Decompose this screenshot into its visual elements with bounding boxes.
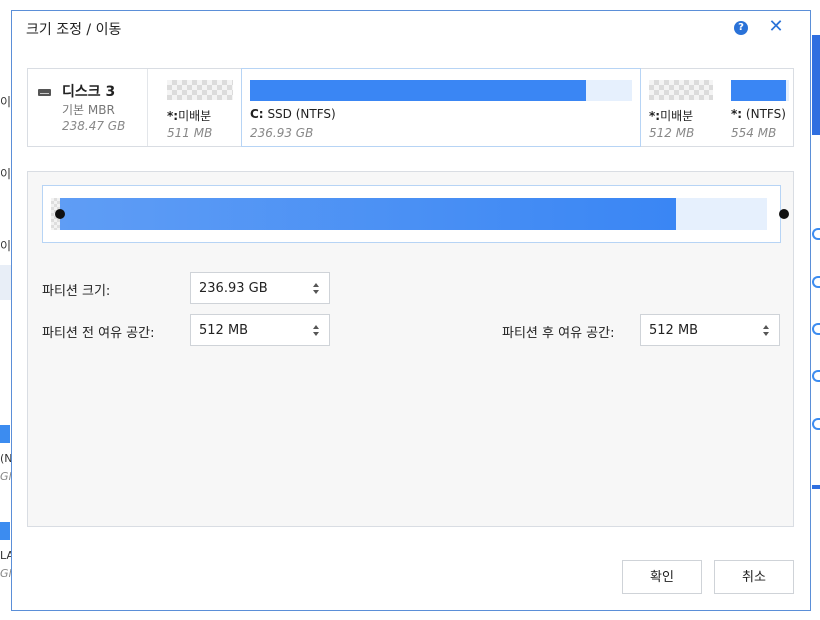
unallocated-pattern bbox=[167, 80, 233, 100]
partition-c-drive[interactable]: C: SSD (NTFS) 236.93 GB bbox=[241, 68, 641, 147]
cancel-button[interactable]: 취소 bbox=[714, 560, 794, 594]
background-app-right bbox=[812, 0, 820, 620]
free-before-value: 512 MB bbox=[199, 323, 249, 338]
disk-map: 디스크 3 기본 MBR 238.47 GB *:미배분 511 MB C: S… bbox=[27, 68, 794, 147]
bg-text: 이 bbox=[0, 167, 12, 181]
resize-panel: 파티션 크기: 236.93 GB 파티션 전 여유 공간: 512 MB 파티… bbox=[27, 171, 794, 527]
partition-letter: C: bbox=[250, 107, 264, 121]
bg-text: Gl bbox=[0, 567, 12, 580]
disk-name: 디스크 3 bbox=[62, 84, 116, 100]
partition-size: 511 MB bbox=[167, 126, 213, 140]
partition-unallocated-1[interactable]: *:미배분 511 MB bbox=[159, 69, 241, 146]
bg-accent-line bbox=[812, 485, 820, 489]
bg-partition-bar bbox=[0, 425, 10, 443]
resize-handle-right[interactable] bbox=[779, 209, 789, 219]
bg-action-icon bbox=[812, 228, 820, 240]
partition-usage-fill bbox=[250, 80, 587, 101]
free-before-spinner[interactable]: 512 MB bbox=[190, 314, 330, 346]
help-icon[interactable]: ? bbox=[734, 21, 748, 35]
bg-text: 이 bbox=[0, 95, 12, 109]
unallocated-pattern bbox=[649, 80, 713, 100]
bg-text: Gl bbox=[0, 470, 12, 483]
partition-usage-fill bbox=[731, 80, 787, 101]
partition-size: 236.93 GB bbox=[250, 126, 314, 140]
close-icon[interactable]: ✕ bbox=[768, 17, 784, 37]
partition-size: 512 MB bbox=[649, 126, 695, 140]
partition-letter: *: bbox=[731, 107, 743, 121]
free-after-spinner[interactable]: 512 MB bbox=[640, 314, 780, 346]
spinner-arrows-icon[interactable] bbox=[313, 281, 320, 297]
partition-letter: *: bbox=[167, 109, 179, 123]
free-after-value: 512 MB bbox=[649, 323, 699, 338]
partition-label: 미배분 bbox=[178, 109, 212, 123]
partition-label: 미배분 bbox=[660, 109, 694, 123]
bg-action-icon bbox=[812, 418, 820, 430]
bg-partition-bar bbox=[0, 522, 10, 540]
free-before-label: 파티션 전 여유 공간: bbox=[42, 326, 155, 341]
partition-unallocated-2[interactable]: *:미배분 512 MB bbox=[641, 69, 723, 146]
partition-size-label: 파티션 크기: bbox=[42, 284, 111, 299]
disk-type: 기본 MBR bbox=[62, 103, 115, 117]
partition-usage-track bbox=[250, 80, 632, 101]
bg-text: 이 bbox=[0, 239, 12, 253]
partition-letter: *: bbox=[649, 109, 661, 123]
bg-logo-shape bbox=[812, 35, 820, 135]
partition-size: 554 MB bbox=[731, 126, 777, 140]
bg-action-icon bbox=[812, 276, 820, 288]
bg-action-icon bbox=[812, 370, 820, 382]
partition-size-spinner[interactable]: 236.93 GB bbox=[190, 272, 330, 304]
partition-ntfs-small[interactable]: *: (NTFS) 554 MB bbox=[723, 69, 793, 146]
dialog-title: 크기 조정 / 이동 bbox=[26, 22, 122, 38]
resize-move-dialog: 크기 조정 / 이동 ? ✕ 디스크 3 기본 MBR 238.47 GB *:… bbox=[11, 10, 811, 611]
spinner-arrows-icon[interactable] bbox=[763, 323, 770, 339]
partition-label: SSD (NTFS) bbox=[267, 107, 336, 121]
resizer-partition-bar[interactable] bbox=[60, 198, 677, 230]
bg-action-icon bbox=[812, 323, 820, 335]
disk-size: 238.47 GB bbox=[62, 119, 126, 133]
spinner-arrows-icon[interactable] bbox=[313, 323, 320, 339]
partition-label: (NTFS) bbox=[745, 107, 786, 121]
disk-info: 디스크 3 기본 MBR 238.47 GB bbox=[28, 69, 148, 146]
partition-size-value: 236.93 GB bbox=[199, 281, 268, 296]
partition-resizer[interactable] bbox=[42, 185, 789, 243]
ok-button[interactable]: 확인 bbox=[622, 560, 702, 594]
partition-usage-track bbox=[731, 80, 789, 101]
free-after-label: 파티션 후 여유 공간: bbox=[502, 326, 615, 341]
disk-drive-icon bbox=[38, 89, 51, 96]
